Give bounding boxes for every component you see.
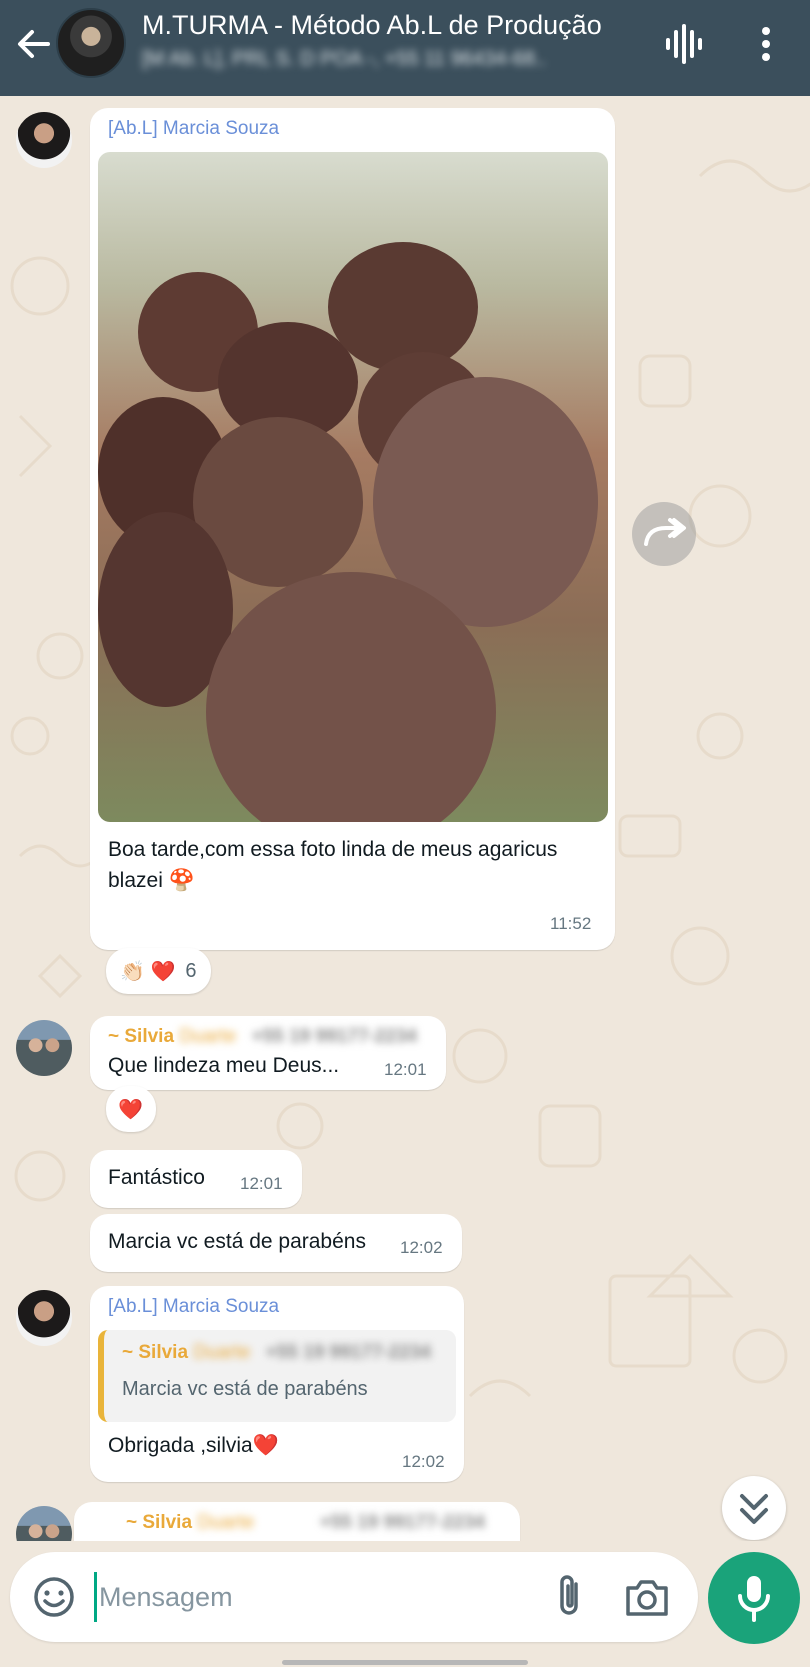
arrow-left-icon [18, 30, 50, 58]
reaction-count: 6 [185, 959, 197, 982]
sender-name[interactable]: [Ab.L] Marcia Souza [108, 1296, 279, 1318]
quoted-sender: ~ Silvia Duarte +55 19 99177-2234 [122, 1342, 431, 1364]
more-options-button[interactable] [750, 22, 782, 66]
avatar[interactable] [16, 1290, 72, 1346]
sender-visible-name: ~ Silvia [126, 1512, 193, 1533]
reaction-bar[interactable]: ❤️ [106, 1086, 156, 1132]
scroll-to-bottom-button[interactable] [722, 1476, 786, 1540]
message-text: Boa tarde,com essa foto linda de meus ag… [108, 838, 558, 892]
text-message[interactable]: Marcia vc está de parabéns 12:02 [90, 1214, 462, 1272]
image-message[interactable]: [Ab.L] Marcia Souza Boa tarde,com essa f… [90, 108, 615, 950]
text-message[interactable]: ~ Silvia Duarte +55 19 99177-2234 [74, 1502, 520, 1541]
emoji-icon [34, 1577, 74, 1617]
message-input[interactable] [94, 1572, 514, 1622]
message-time: 12:01 [240, 1174, 283, 1193]
paperclip-icon [560, 1575, 578, 1615]
forward-icon [644, 518, 686, 546]
more-vert-icon [762, 27, 770, 61]
quoted-text: Marcia vc está de parabéns [122, 1378, 368, 1400]
sender-name[interactable]: ~ Silvia Duarte +55 19 99177-2234 [126, 1512, 485, 1534]
message-text: Fantástico [108, 1166, 205, 1189]
text-message[interactable]: Fantástico 12:01 [90, 1150, 302, 1208]
quoted-sender-name: ~ Silvia [122, 1342, 189, 1363]
home-indicator[interactable] [282, 1660, 528, 1665]
sender-phone: +55 19 99177-2234 [319, 1512, 485, 1533]
message-time: 12:01 [384, 1060, 427, 1079]
message-time: 12:02 [402, 1452, 445, 1471]
attach-button[interactable] [548, 1574, 592, 1620]
avatar[interactable] [16, 112, 72, 168]
voice-chat-button[interactable] [662, 22, 706, 66]
sender-phone: +55 19 99177-2234 [251, 1026, 417, 1047]
quoted-phone: +55 19 99177-2234 [265, 1342, 431, 1363]
mushroom-photo[interactable] [98, 152, 608, 822]
group-avatar[interactable] [56, 8, 126, 78]
back-button[interactable] [14, 24, 54, 64]
message-composer [10, 1552, 698, 1642]
double-chevron-down-icon [740, 1494, 768, 1524]
reaction-emoji: ❤️ [118, 1098, 143, 1121]
reaction-bar[interactable]: 👏🏻 ❤️ 6 [106, 948, 211, 994]
sender-visible-name: ~ Silvia [108, 1026, 175, 1047]
sender-name[interactable]: ~ Silvia Duarte +55 19 99177-2234 [108, 1026, 417, 1048]
message-text: Que lindeza meu Deus... [108, 1054, 340, 1077]
message-text: Obrigada ,silvia❤️ [108, 1434, 279, 1457]
sender-hidden-name: Duarte [197, 1512, 255, 1533]
voice-message-button[interactable] [708, 1552, 800, 1644]
message-text: Marcia vc está de parabéns [108, 1230, 366, 1253]
group-title[interactable]: M.TURMA - Método Ab.L de Produção [142, 10, 602, 41]
camera-icon [626, 1580, 668, 1616]
text-message[interactable]: ~ Silvia Duarte +55 19 99177-2234 Que li… [90, 1016, 446, 1090]
avatar[interactable] [16, 1020, 72, 1076]
message-time: 12:02 [400, 1238, 443, 1257]
message-time: 11:52 [550, 914, 592, 933]
voice-waveform-icon [666, 24, 702, 64]
chat-area[interactable]: [Ab.L] Marcia Souza Boa tarde,com essa f… [0, 96, 810, 1541]
forward-button[interactable] [632, 502, 696, 566]
emoji-button[interactable] [32, 1575, 76, 1619]
sender-hidden-name: Duarte [179, 1026, 237, 1047]
quoted-message[interactable]: ~ Silvia Duarte +55 19 99177-2234 Marcia… [98, 1330, 456, 1422]
group-participants[interactable]: [M Ab. L], PRL S. D POA -, +55 11 96434-… [142, 48, 622, 71]
quoted-hidden-name: Duarte [193, 1342, 251, 1363]
sender-name[interactable]: [Ab.L] Marcia Souza [108, 118, 279, 140]
camera-button[interactable] [624, 1576, 670, 1618]
microphone-icon [738, 1576, 770, 1622]
reply-message[interactable]: [Ab.L] Marcia Souza ~ Silvia Duarte +55 … [90, 1286, 464, 1482]
reaction-emojis: 👏🏻 ❤️ [120, 960, 176, 983]
chat-header: M.TURMA - Método Ab.L de Produção [M Ab.… [0, 0, 810, 96]
